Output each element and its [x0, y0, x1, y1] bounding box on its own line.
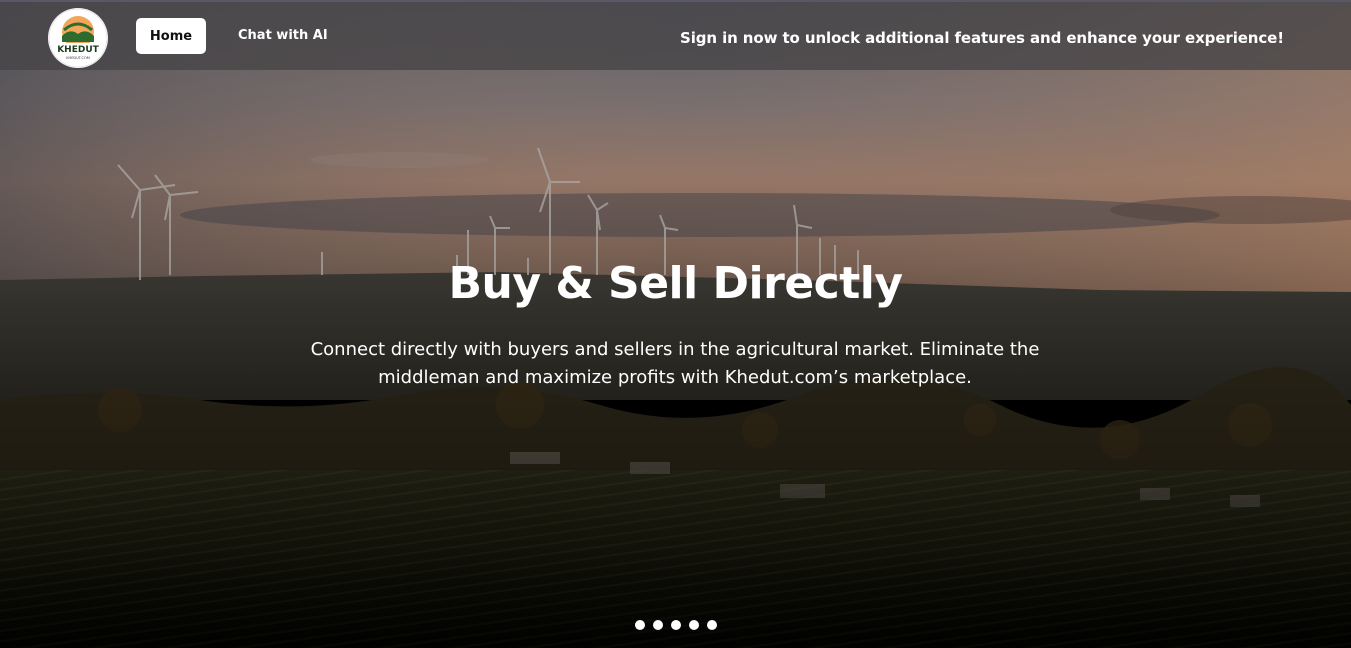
carousel-dot-2[interactable] [652, 620, 663, 630]
carousel-dot-1[interactable] [634, 620, 645, 630]
nav-home-button[interactable]: Home [136, 18, 206, 54]
hero-dark-overlay [0, 0, 1351, 648]
khedut-logo-icon: KHEDUT KHEDUT.COM [48, 8, 108, 68]
carousel-dot-4[interactable] [688, 620, 699, 630]
top-navbar: KHEDUT KHEDUT.COM Home Chat with AI Sign… [0, 0, 1351, 70]
hero-title: Buy & Sell Directly [448, 258, 903, 309]
page: KHEDUT KHEDUT.COM Home Chat with AI Sign… [0, 0, 1351, 648]
hero-subtitle: Connect directly with buyers and sellers… [310, 339, 1040, 388]
logo-wordmark: KHEDUT [57, 45, 99, 55]
nav-chat-with-ai-link[interactable]: Chat with AI [238, 18, 328, 54]
carousel-dot-5[interactable] [706, 620, 717, 630]
carousel-dot-3[interactable] [670, 620, 681, 630]
brand-logo[interactable]: KHEDUT KHEDUT.COM [48, 8, 108, 68]
signin-prompt-link[interactable]: Sign in now to unlock additional feature… [680, 18, 1284, 58]
logo-subtext: KHEDUT.COM [66, 56, 89, 60]
carousel-indicators [0, 620, 1351, 630]
